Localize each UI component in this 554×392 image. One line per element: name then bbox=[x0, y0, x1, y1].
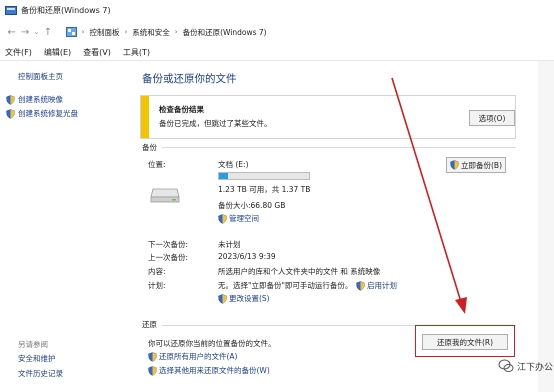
restore-description: 你可以还原你当前的位置备份的文件。 bbox=[148, 339, 276, 348]
location-label: 位置: bbox=[148, 160, 166, 169]
watermark: 江下办公 bbox=[498, 358, 553, 374]
change-settings-link[interactable]: 更改设置(S) bbox=[218, 293, 270, 304]
backup-result-alert: 检查备份结果 备份已完成，但跳过了某些文件。 选项(O) bbox=[140, 95, 516, 139]
sidebar-create-repair-disc[interactable]: 创建系统修复光盘 bbox=[6, 108, 78, 119]
window-title: 备份和还原(Windows 7) bbox=[21, 5, 111, 15]
select-other-backup-label: 选择其他用来还原文件的备份(W) bbox=[159, 366, 270, 375]
main-content: 备份或还原你的文件 检查备份结果 备份已完成，但跳过了某些文件。 选项(O) 备… bbox=[130, 61, 530, 392]
breadcrumb-backup-restore[interactable]: 备份和还原(Windows 7) bbox=[183, 27, 267, 38]
schedule-value: 无。选择"立即备份"即可手动运行备份。 bbox=[218, 281, 353, 290]
restore-section-label: 还原 bbox=[142, 320, 157, 329]
enable-schedule-label: 启用计划 bbox=[367, 281, 397, 290]
options-button[interactable]: 选项(O) bbox=[469, 110, 515, 126]
next-backup-value: 未计划 bbox=[218, 240, 241, 249]
contents-label: 内容: bbox=[148, 267, 166, 276]
back-icon[interactable]: ← bbox=[6, 25, 17, 39]
alert-heading: 检查备份结果 bbox=[159, 105, 204, 114]
up-icon[interactable]: ↑ bbox=[42, 25, 53, 39]
uac-shield-icon bbox=[450, 160, 459, 170]
location-value: 文档 (E:) bbox=[218, 160, 249, 169]
watermark-text: 江下办公 bbox=[517, 362, 554, 373]
page-title: 备份或还原你的文件 bbox=[142, 73, 237, 85]
menu-view[interactable]: 查看(V) bbox=[83, 47, 111, 58]
breadcrumb-separator-icon: › bbox=[124, 28, 128, 36]
recent-pages-chevron-icon[interactable]: ⌄ bbox=[33, 25, 41, 39]
next-backup-label: 下一次备份: bbox=[148, 240, 189, 249]
disk-usage-bar bbox=[218, 172, 310, 180]
restore-all-users-link[interactable]: 还原所有用户的文件(A) bbox=[148, 351, 237, 362]
sidebar-create-system-image-label: 创建系统映像 bbox=[18, 95, 63, 104]
sidebar-control-panel-home[interactable]: 控制面板主页 bbox=[18, 71, 63, 82]
manage-space-link[interactable]: 管理空间 bbox=[218, 213, 259, 224]
wechat-icon bbox=[498, 359, 514, 373]
enable-schedule-link[interactable]: 启用计划 bbox=[356, 280, 397, 291]
schedule-label: 计划: bbox=[148, 281, 166, 290]
breadcrumb-separator-icon: › bbox=[81, 28, 85, 36]
drive-icon bbox=[150, 188, 180, 203]
uac-shield-icon bbox=[148, 365, 157, 376]
sidebar-create-repair-disc-label: 创建系统修复光盘 bbox=[18, 109, 78, 118]
sidebar-create-system-image[interactable]: 创建系统映像 bbox=[6, 94, 63, 105]
breadcrumb[interactable]: › 控制面板 › 系统和安全 › 备份和还原(Windows 7) bbox=[62, 23, 554, 41]
sidebar-security-maintenance[interactable]: 安全和维护 bbox=[18, 353, 56, 364]
contents-value: 所选用户的库和个人文件夹中的文件 和 系统映像 bbox=[218, 267, 381, 276]
backup-now-label: 立即备份(B) bbox=[461, 160, 502, 170]
uac-shield-icon bbox=[218, 293, 227, 304]
uac-shield-icon bbox=[148, 351, 157, 362]
uac-shield-icon bbox=[356, 280, 365, 291]
disk-space-text: 1.23 TB 可用，共 1.37 TB bbox=[218, 185, 311, 194]
select-other-backup-link[interactable]: 选择其他用来还原文件的备份(W) bbox=[148, 365, 270, 376]
last-backup-label: 上一次备份: bbox=[148, 253, 189, 262]
manage-space-label: 管理空间 bbox=[229, 214, 259, 223]
title-bar: 备份和还原(Windows 7) bbox=[0, 0, 554, 20]
sidebar: 控制面板主页 创建系统映像 创建系统修复光盘 另请参阅 安全和维护 文件历史记录 bbox=[0, 61, 130, 392]
restore-all-users-label: 还原所有用户的文件(A) bbox=[159, 352, 238, 361]
backup-section-divider bbox=[162, 147, 516, 148]
forward-icon[interactable]: → bbox=[19, 25, 30, 39]
restore-my-files-button[interactable]: 还原我的文件(R) bbox=[422, 334, 508, 350]
breadcrumb-system-security[interactable]: 系统和安全 bbox=[132, 27, 170, 38]
right-edge-strip bbox=[538, 61, 554, 392]
backup-section-label: 备份 bbox=[142, 143, 157, 152]
warning-stripe bbox=[141, 96, 149, 138]
disk-usage-fill bbox=[219, 173, 228, 179]
backup-app-icon bbox=[5, 5, 17, 15]
change-settings-label: 更改设置(S) bbox=[229, 294, 270, 303]
address-bar: ← → ⌄ ↑ › 控制面板 › 系统和安全 › 备份和还原(Windows 7… bbox=[0, 20, 554, 44]
backup-size-text: 备份大小:66.80 GB bbox=[218, 201, 286, 210]
see-also-heading: 另请参阅 bbox=[18, 340, 48, 349]
uac-shield-icon bbox=[6, 94, 15, 105]
breadcrumb-separator-icon: › bbox=[174, 28, 178, 36]
menu-tools[interactable]: 工具(T) bbox=[123, 47, 150, 58]
alert-text: 备份已完成，但跳过了某些文件。 bbox=[159, 119, 272, 128]
breadcrumb-control-panel[interactable]: 控制面板 bbox=[89, 27, 119, 38]
menu-file[interactable]: 文件(F) bbox=[5, 47, 32, 58]
sidebar-file-history[interactable]: 文件历史记录 bbox=[18, 368, 63, 379]
menu-bar: 文件(F) 编辑(E) 查看(V) 工具(T) bbox=[0, 45, 554, 61]
control-panel-icon bbox=[65, 27, 77, 37]
last-backup-value: 2023/6/13 9:39 bbox=[218, 252, 276, 261]
uac-shield-icon bbox=[218, 213, 227, 224]
uac-shield-icon bbox=[6, 108, 15, 119]
menu-edit[interactable]: 编辑(E) bbox=[44, 47, 71, 58]
backup-now-button[interactable]: 立即备份(B) bbox=[446, 157, 506, 173]
